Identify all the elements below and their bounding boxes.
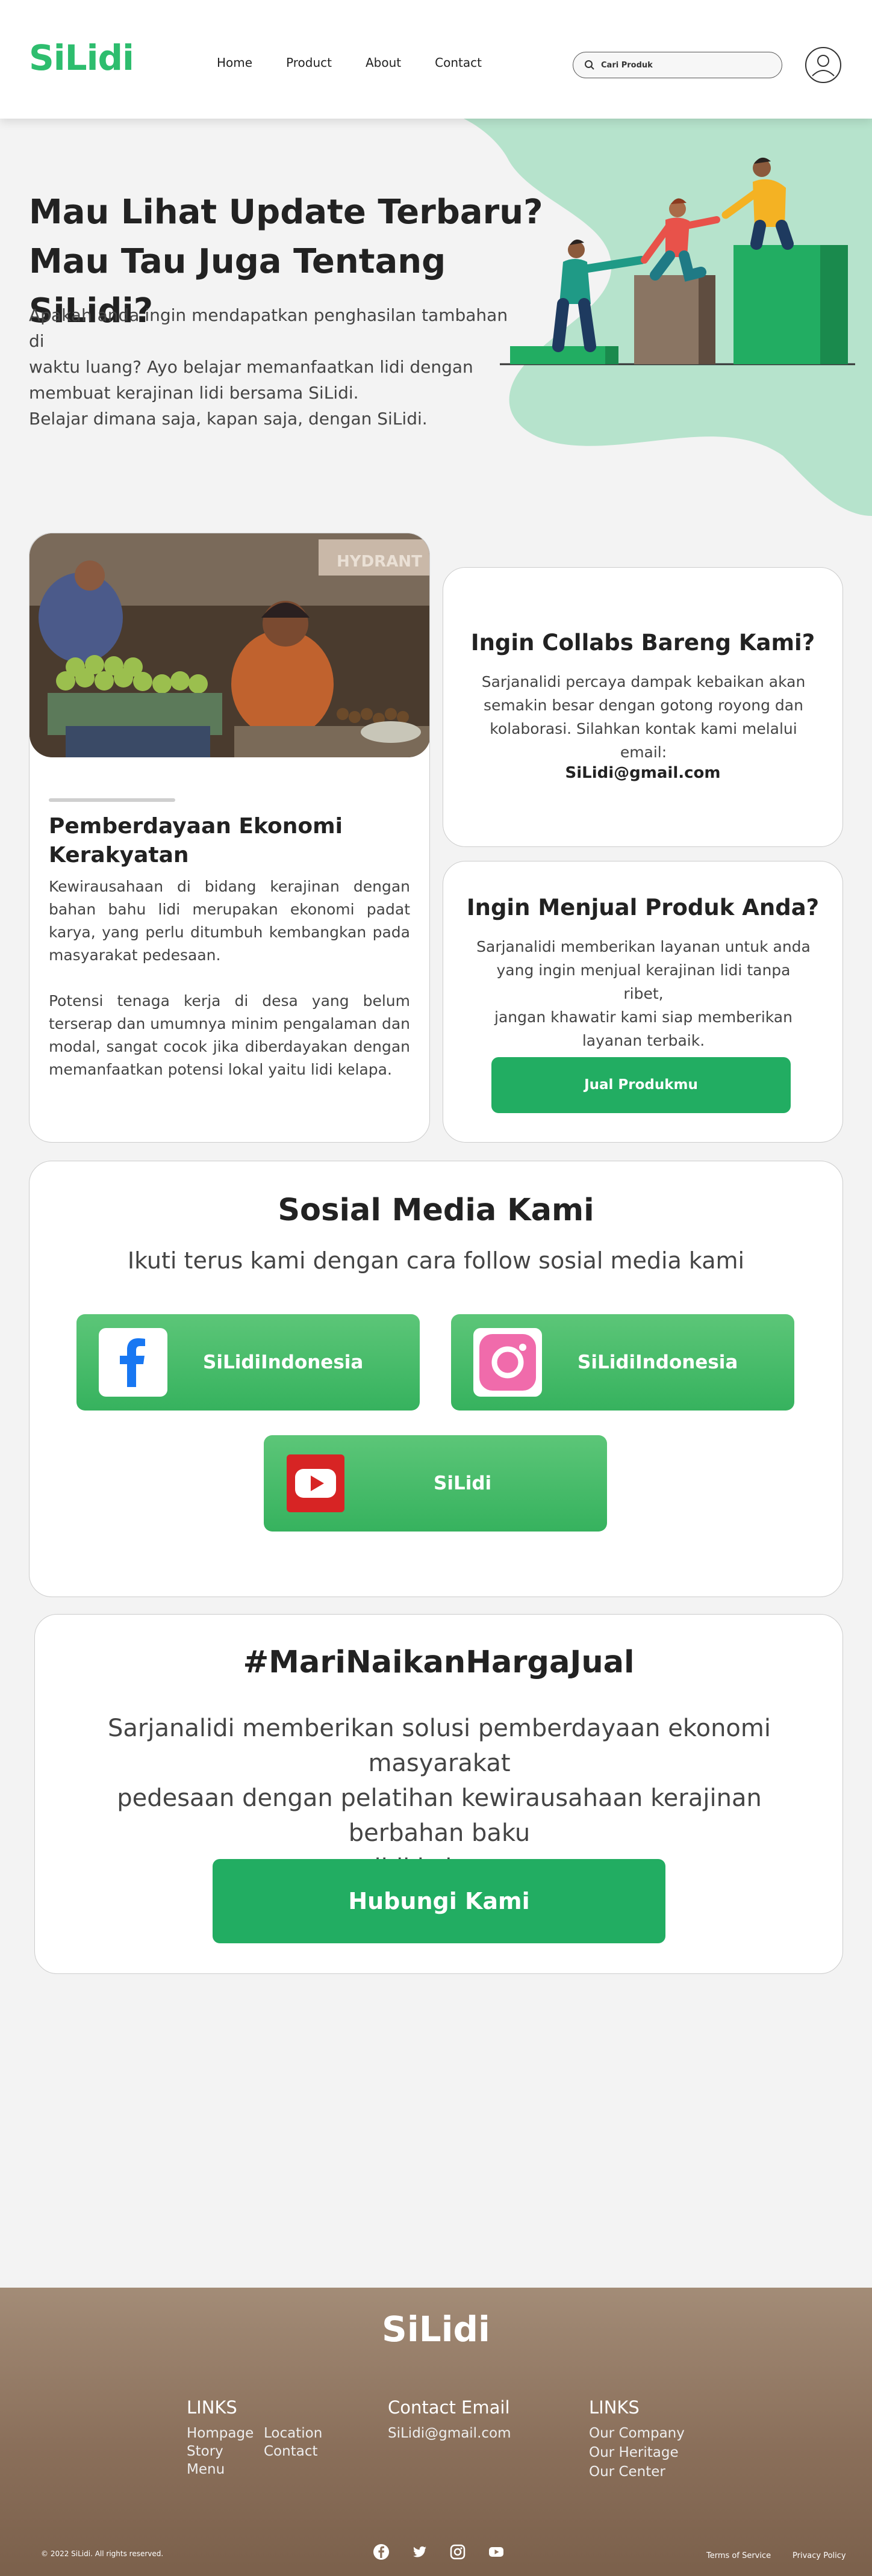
card-title-line: Pemberdayaan Ekonomi — [49, 814, 343, 839]
card-paragraph: Potensi tenaga kerja di desa yang belum … — [49, 992, 410, 1078]
cta-title: #MariNaikanHargaJual — [243, 1645, 635, 1680]
card-divider — [49, 798, 175, 802]
collab-text: Sarjanalidi percaya dampak kebaikan akan… — [476, 670, 811, 764]
card-title: Pemberdayaan Ekonomi Kerakyatan — [49, 812, 410, 870]
hero-title-line: Mau Lihat Update Terbaru? — [29, 193, 543, 232]
footer-contact-title: Contact Email — [388, 2397, 510, 2418]
sell-text-line: layanan terbaik. — [582, 1032, 705, 1049]
privacy-link[interactable]: Privacy Policy — [793, 2551, 846, 2560]
facebook-button[interactable]: SiLidiIndonesia — [76, 1314, 420, 1411]
footer-contact-email[interactable]: SiLidi@gmail.com — [388, 2424, 511, 2442]
cta-text-line: Sarjanalidi memberikan solusi pemberdaya… — [108, 1715, 771, 1777]
sell-product-card: Ingin Menjual Produk Anda? Sarjanalidi m… — [443, 861, 843, 1143]
market-vendor-photo: HYDRANT — [30, 533, 429, 757]
instagram-label: SiLidiIndonesia — [578, 1352, 738, 1373]
user-icon — [812, 55, 835, 76]
sell-text-line: Sarjanalidi memberikan layanan untuk and… — [476, 938, 811, 955]
cta-text-line: pedesaan dengan pelatihan kewirausahaan … — [117, 1784, 762, 1847]
footer-link-location[interactable]: Location — [264, 2424, 322, 2442]
nav-link-home[interactable]: Home — [217, 55, 252, 70]
nav-links: Home Product About Contact — [217, 55, 515, 70]
hero-desc-line: Apakah anda ingin mendapatkan penghasila… — [29, 305, 508, 351]
market-photo-image: HYDRANT — [30, 533, 429, 757]
sell-product-button[interactable]: Jual Produkmu — [491, 1057, 791, 1113]
economy-empowerment-card: HYDRANT Pemberdayaan Ekonomi Kerakyatan … — [29, 533, 430, 1143]
terms-link[interactable]: Terms of Service — [706, 2551, 771, 2560]
footer-link-company[interactable]: Our Company — [589, 2424, 685, 2442]
card-paragraph: Kewirausahaan di bidang kerajinan dengan… — [49, 878, 410, 964]
sell-text: Sarjanalidi memberikan layanan untuk and… — [476, 935, 811, 1052]
youtube-label: SiLidi — [434, 1473, 492, 1494]
footer-link-homepage[interactable]: Hompage — [187, 2424, 254, 2442]
youtube-button[interactable]: SiLidi — [264, 1435, 607, 1532]
social-subtitle: Ikuti terus kami dengan cara follow sosi… — [127, 1247, 745, 1274]
youtube-icon — [287, 1454, 344, 1512]
footer: SiLidi LINKS Hompage Story Menu Location… — [0, 2288, 872, 2576]
nav-link-about[interactable]: About — [366, 55, 401, 70]
twitter-icon[interactable] — [411, 2543, 428, 2560]
footer-copyright: © 2022 SiLidi. All rights reserved. — [41, 2550, 164, 2558]
site-logo[interactable]: SiLidi — [29, 37, 134, 78]
nav-link-contact[interactable]: Contact — [435, 55, 482, 70]
sell-title: Ingin Menjual Produk Anda? — [466, 895, 820, 920]
search-input[interactable] — [601, 60, 764, 70]
collab-text-line: email: — [620, 743, 667, 761]
youtube-icon[interactable] — [488, 2543, 505, 2560]
collab-card: Ingin Collabs Bareng Kami? Sarjanalidi p… — [443, 567, 843, 847]
social-title: Sosial Media Kami — [278, 1193, 594, 1228]
footer-links-title-2: LINKS — [589, 2397, 640, 2418]
collab-email[interactable]: SiLidi@gmail.com — [443, 764, 842, 782]
instagram-icon — [473, 1328, 542, 1397]
navbar: SiLidi Home Product About Contact — [0, 0, 872, 119]
collab-text-line: kolaborasi. Silahkan kontak kami melalui — [490, 720, 797, 737]
collab-text-line: Sarjanalidi percaya dampak kebaikan akan — [481, 673, 806, 691]
photo-sign-text: HYDRANT — [337, 553, 422, 571]
instagram-button[interactable]: SiLidiIndonesia — [451, 1314, 794, 1411]
card-body: Kewirausahaan di bidang kerajinan dengan… — [49, 875, 410, 1081]
user-avatar-button[interactable] — [805, 47, 841, 83]
hero-desc-line: Belajar dimana saja, kapan saja, dengan … — [29, 409, 428, 429]
collab-title: Ingin Collabs Bareng Kami? — [470, 630, 815, 656]
sell-text-line: yang ingin menjual kerajinan lidi tanpa … — [496, 961, 791, 1002]
footer-logo[interactable]: SiLidi — [0, 2309, 872, 2350]
search-bar[interactable] — [573, 52, 782, 78]
cta-card: #MariNaikanHargaJual Sarjanalidi memberi… — [34, 1614, 843, 1974]
hero-desc-line: waktu luang? Ayo belajar memanfaatkan li… — [29, 357, 473, 377]
footer-link-heritage[interactable]: Our Heritage — [589, 2444, 679, 2462]
footer-link-story[interactable]: Story — [187, 2442, 223, 2460]
footer-link-center[interactable]: Our Center — [589, 2463, 665, 2481]
nav-link-product[interactable]: Product — [286, 55, 332, 70]
facebook-label: SiLidiIndonesia — [203, 1352, 364, 1373]
instagram-icon[interactable] — [449, 2543, 466, 2560]
contact-us-button[interactable]: Hubungi Kami — [213, 1859, 665, 1943]
sell-text-line: jangan khawatir kami siap memberikan — [494, 1008, 793, 1026]
search-icon — [585, 60, 594, 70]
card-title-line: Kerakyatan — [49, 843, 189, 867]
hero-section: Mau Lihat Update Terbaru? Mau Tau Juga T… — [0, 119, 872, 534]
facebook-icon — [99, 1328, 167, 1397]
collab-text-line: semakin besar dengan gotong royong dan — [484, 697, 803, 714]
footer-link-contact[interactable]: Contact — [264, 2442, 317, 2460]
hero-description: Apakah anda ingin mendapatkan penghasila… — [29, 302, 523, 432]
footer-links-title: LINKS — [187, 2397, 237, 2418]
facebook-icon[interactable] — [373, 2543, 390, 2560]
social-media-card: Sosial Media Kami Ikuti terus kami denga… — [29, 1161, 843, 1597]
teamwork-climbing-illustration — [500, 157, 855, 365]
hero-desc-line: membuat kerajinan lidi bersama SiLidi. — [29, 383, 359, 403]
footer-link-menu[interactable]: Menu — [187, 2460, 225, 2478]
